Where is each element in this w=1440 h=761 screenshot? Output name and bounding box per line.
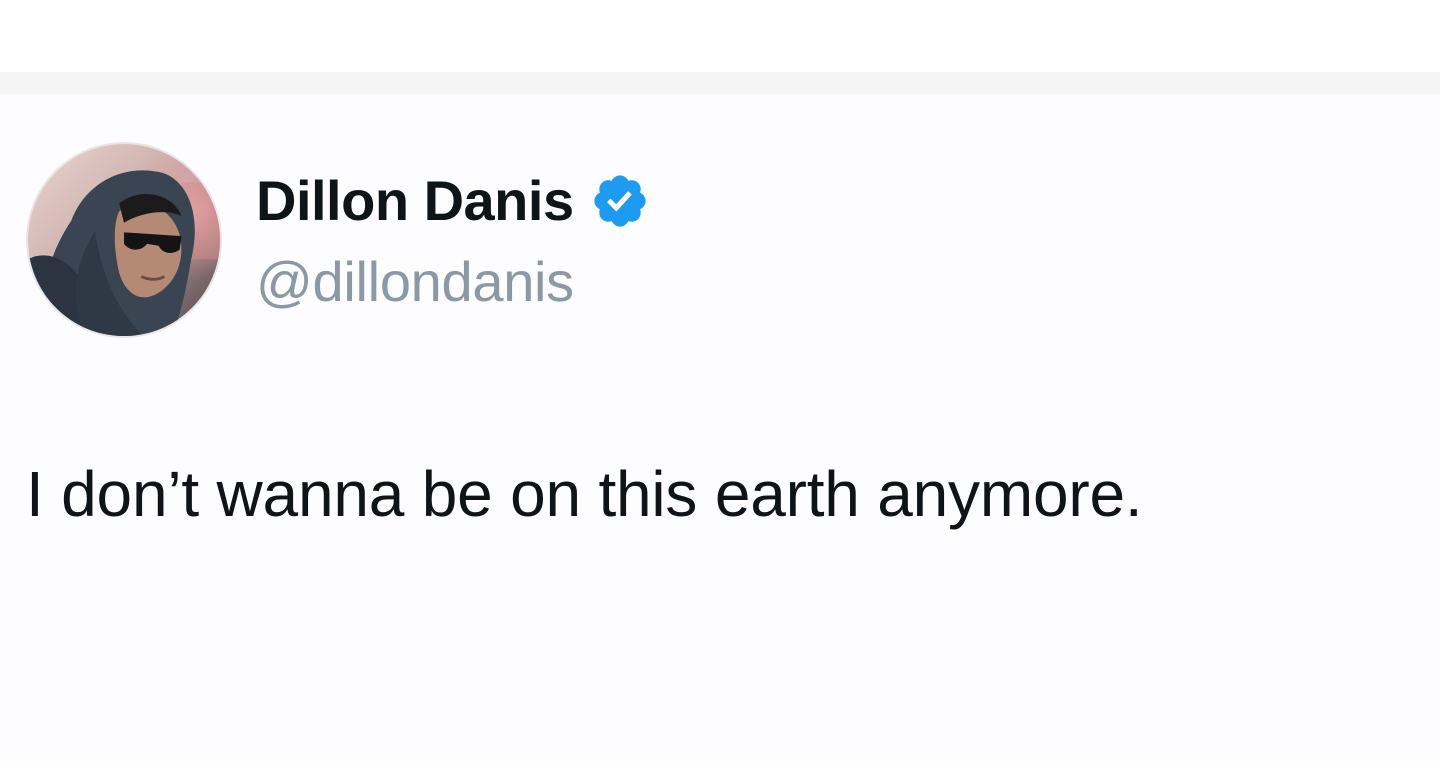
tweet-text: I don’t wanna be on this earth anymore. <box>26 458 1143 530</box>
tweet-screenshot: Dillon Danis @dillondanis I don’t wanna … <box>0 0 1440 761</box>
display-name[interactable]: Dillon Danis <box>256 173 574 229</box>
tweet-card: Dillon Danis @dillondanis I don’t wanna … <box>0 94 1440 761</box>
avatar[interactable] <box>26 142 222 338</box>
top-band <box>0 0 1440 72</box>
author-handle[interactable]: @dillondanis <box>256 254 574 310</box>
avatar-photo-icon <box>28 144 220 336</box>
author-name-row: Dillon Danis <box>256 166 650 236</box>
verified-badge-icon <box>593 175 646 227</box>
section-divider <box>0 72 1440 94</box>
